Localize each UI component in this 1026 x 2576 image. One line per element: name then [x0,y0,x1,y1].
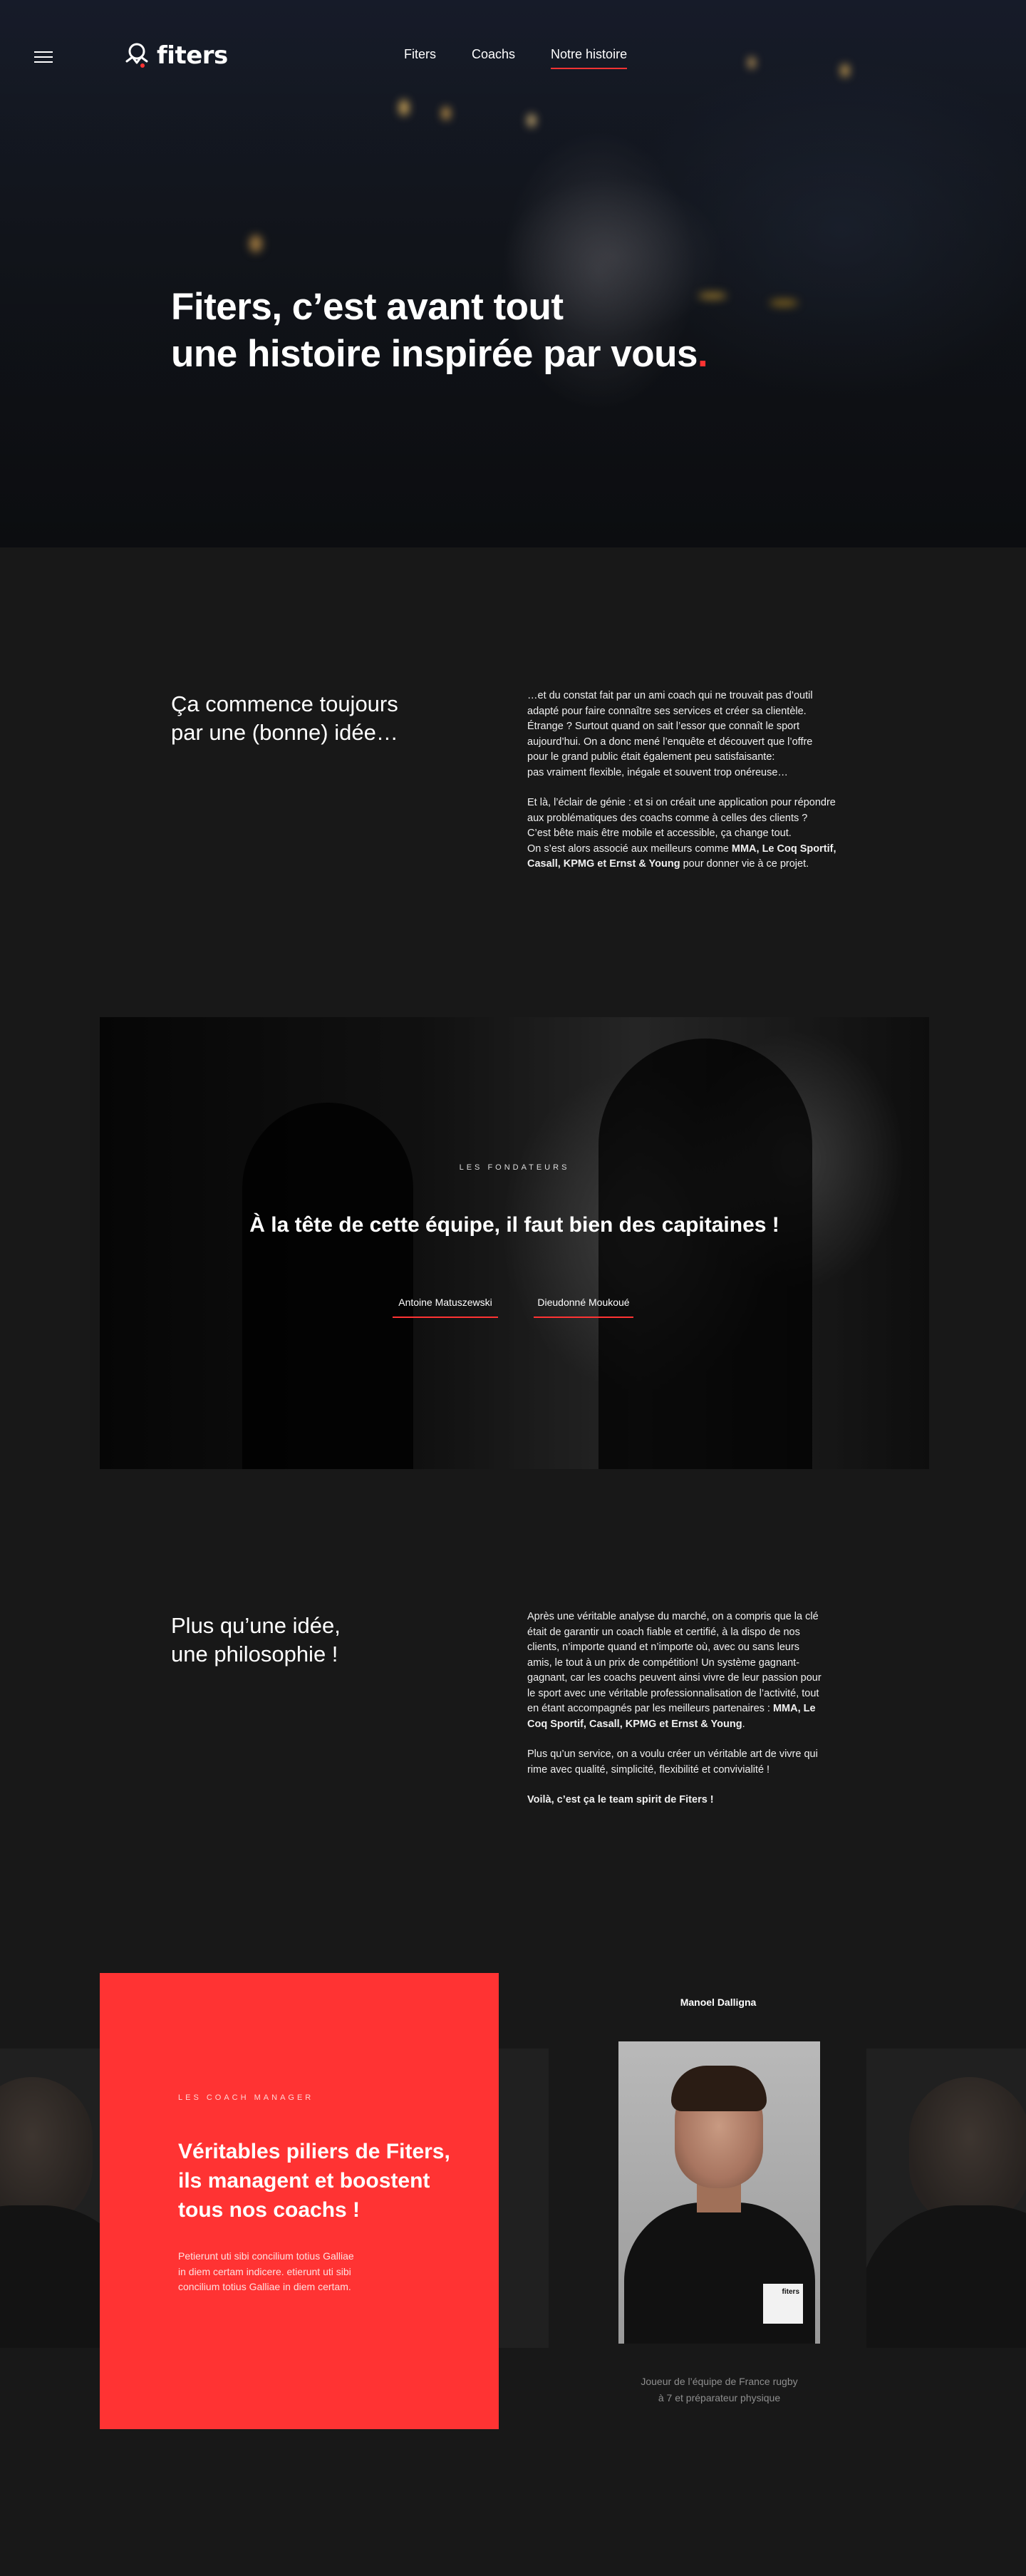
text-line: gagnant, car les coachs peuvent ainsi vi… [527,1672,822,1684]
philosophy-paragraph-3: Voilà, c’est ça le team spirit de Fiters… [527,1793,869,1808]
text-line: concilium totius Galliae in diem certam. [178,2281,351,2292]
hero-title: Fiters, c’est avant tout une histoire in… [171,284,708,378]
coach-manager-kicker: LES COACH MANAGER [178,2093,314,2102]
partners-text: MMA, Le Coq Sportif, [731,843,836,855]
text-line: On s’est alors associé aux meilleurs com… [527,843,732,855]
partners-text: Coq Sportif, Casall, KPMG et Ernst & You… [527,1718,742,1730]
title-line: Véritables piliers de Fiters, [178,2140,450,2163]
founders-title: À la tête de cette équipe, il faut bien … [249,1213,779,1237]
coach-photo-left-edge [499,2049,549,2348]
idea-heading: Ça commence toujours par une (bonne) idé… [171,690,398,747]
text-line: Et là, l’éclair de génie : et si on créa… [527,797,836,808]
coach-manager-title: Véritables piliers de Fiters, ils manage… [178,2137,450,2225]
philosophy-heading-line1: Plus qu’une idée, [171,1613,341,1638]
idea-paragraph-2: Et là, l’éclair de génie : et si on créa… [527,795,869,872]
team-spirit-text: Voilà, c’est ça le team spirit de Fiters… [527,1794,714,1805]
caption-line: Joueur de l’équipe de France rugby [641,2376,798,2387]
idea-heading-line1: Ça commence toujours [171,691,398,716]
nav-link-fiters[interactable]: Fiters [404,47,436,69]
hero-title-line1: Fiters, c’est avant tout [171,286,564,328]
hero-title-dot: . [697,333,708,375]
logo-text: fiters [157,41,228,70]
top-navigation: fiters Fiters Coachs Notre histoire [0,0,1026,114]
text-line: Petierunt uti sibi concilium totius Gall… [178,2250,354,2262]
coach-photo[interactable]: fiters [618,2041,820,2344]
founders-section: LES FONDATEURS À la tête de cette équipe… [100,1017,929,1469]
founder-links: Antoine Matuszewski Dieudonné Moukoué [393,1297,633,1318]
coach-caption: Joueur de l’équipe de France rugby à 7 e… [618,2374,820,2406]
partners-text: Casall, KPMG et Ernst & Young [527,858,680,870]
text-line: amis, le tout à un prix de compétition! … [527,1657,800,1669]
text-line: Après une véritable analyse du marché, o… [527,1611,819,1622]
philosophy-paragraph-1: Après une véritable analyse du marché, o… [527,1609,869,1732]
nav-link-notre-histoire[interactable]: Notre histoire [551,47,628,69]
hamburger-menu-icon[interactable] [34,51,53,64]
fiters-logo[interactable]: fiters [124,41,228,70]
philosophy-text: Après une véritable analyse du marché, o… [527,1609,869,1823]
text-line: aujourd’hui. On a donc mené l’enquête et… [527,736,813,748]
text-line: …et du constat fait par un ami coach qui… [527,690,813,701]
text-line: Plus qu’un service, on a voulu créer un … [527,1748,818,1760]
hero-section: fiters Fiters Coachs Notre histoire Fite… [0,0,1026,547]
philosophy-heading: Plus qu’une idée, une philosophie ! [171,1612,341,1669]
text-line: le sport avec une véritable professionna… [527,1687,819,1699]
coach-photo-right-faded[interactable] [866,2049,1026,2348]
text-line: Étrange ? Surtout quand on sait l’essor … [527,721,800,732]
text-line: pour le grand public était également peu… [527,751,775,763]
text-line: clients, n’importe quand et n’importe où… [527,1642,800,1653]
text-line: en étant accompagnés par les meilleurs p… [527,1703,773,1714]
title-line: ils managent et boostent [178,2169,430,2193]
text-line: pour donner vie à ce projet. [680,858,809,870]
nav-link-coachs[interactable]: Coachs [472,47,515,69]
philosophy-paragraph-2: Plus qu’un service, on a voulu créer un … [527,1747,869,1778]
text-line: . [742,1718,745,1730]
text-line: C’est bête mais être mobile et accessibl… [527,828,792,839]
idea-heading-line2: par une (bonne) idée… [171,720,398,745]
caption-line: à 7 et préparateur physique [658,2392,781,2404]
title-line: tous nos coachs ! [178,2198,361,2222]
coach-photo-left-faded[interactable] [0,2049,100,2348]
founder-link-dieudonne[interactable]: Dieudonné Moukoué [534,1297,633,1318]
text-line: in diem certam indicere. etierunt uti si… [178,2265,351,2277]
text-line: pas vraiment flexible, inégale et souven… [527,766,788,778]
hero-title-line2: une histoire inspirée par vous [171,333,698,375]
shirt-logo-badge: fiters [763,2284,803,2324]
badge-text: fiters [782,2288,799,2296]
text-line: rime avec qualité, simplicité, flexibili… [527,1763,770,1776]
coach-manager-panel: LES COACH MANAGER Véritables piliers de … [100,1973,499,2429]
pin-logo-icon [125,43,148,68]
idea-text: …et du constat fait par un ami coach qui… [527,689,869,887]
philosophy-heading-line2: une philosophie ! [171,1642,338,1666]
text-line: adapté pour faire connaître ses services… [527,705,807,717]
nav-links: Fiters Coachs Notre histoire [404,47,628,69]
text-line: aux problématiques des coachs comme à ce… [527,812,808,824]
founder-link-antoine[interactable]: Antoine Matuszewski [393,1297,498,1318]
coach-manager-text: Petierunt uti sibi concilium totius Gall… [178,2249,354,2295]
text-line: était de garantir un coach fiable et cer… [527,1626,800,1638]
partners-text: MMA, Le [772,1703,816,1714]
idea-paragraph-1: …et du constat fait par un ami coach qui… [527,689,869,780]
coach-name: Manoel Dalligna [680,1997,757,2008]
founders-kicker: LES FONDATEURS [459,1163,570,1172]
